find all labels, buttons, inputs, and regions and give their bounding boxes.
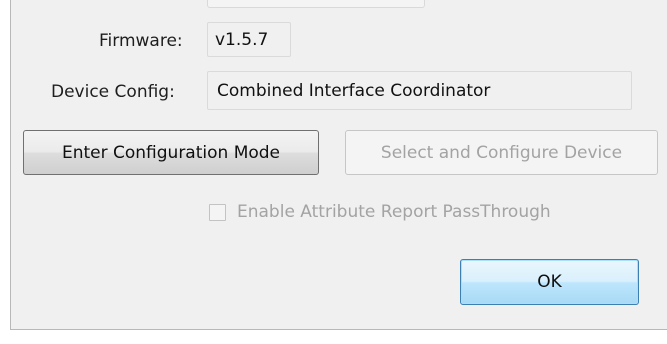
device-config-value: Combined Interface Coordinator [217,80,491,101]
firmware-label: Firmware: [99,31,183,51]
device-config-label: Device Config: [51,82,175,102]
ok-button[interactable]: OK [460,259,639,305]
enter-configuration-mode-button[interactable]: Enter Configuration Mode [23,130,319,175]
passthrough-checkbox[interactable] [209,203,226,221]
partial-field-above [207,0,425,8]
attribute-report-passthrough-option[interactable]: Enable Attribute Report PassThrough [209,202,551,222]
firmware-value-field: v1.5.7 [207,22,291,57]
select-and-configure-device-button[interactable]: Select and Configure Device [345,130,658,175]
device-config-value-field: Combined Interface Coordinator [207,71,632,110]
firmware-value: v1.5.7 [215,29,269,50]
device-settings-dialog: Firmware: v1.5.7 Device Config: Combined… [10,0,667,330]
passthrough-checkbox-label: Enable Attribute Report PassThrough [237,202,551,222]
